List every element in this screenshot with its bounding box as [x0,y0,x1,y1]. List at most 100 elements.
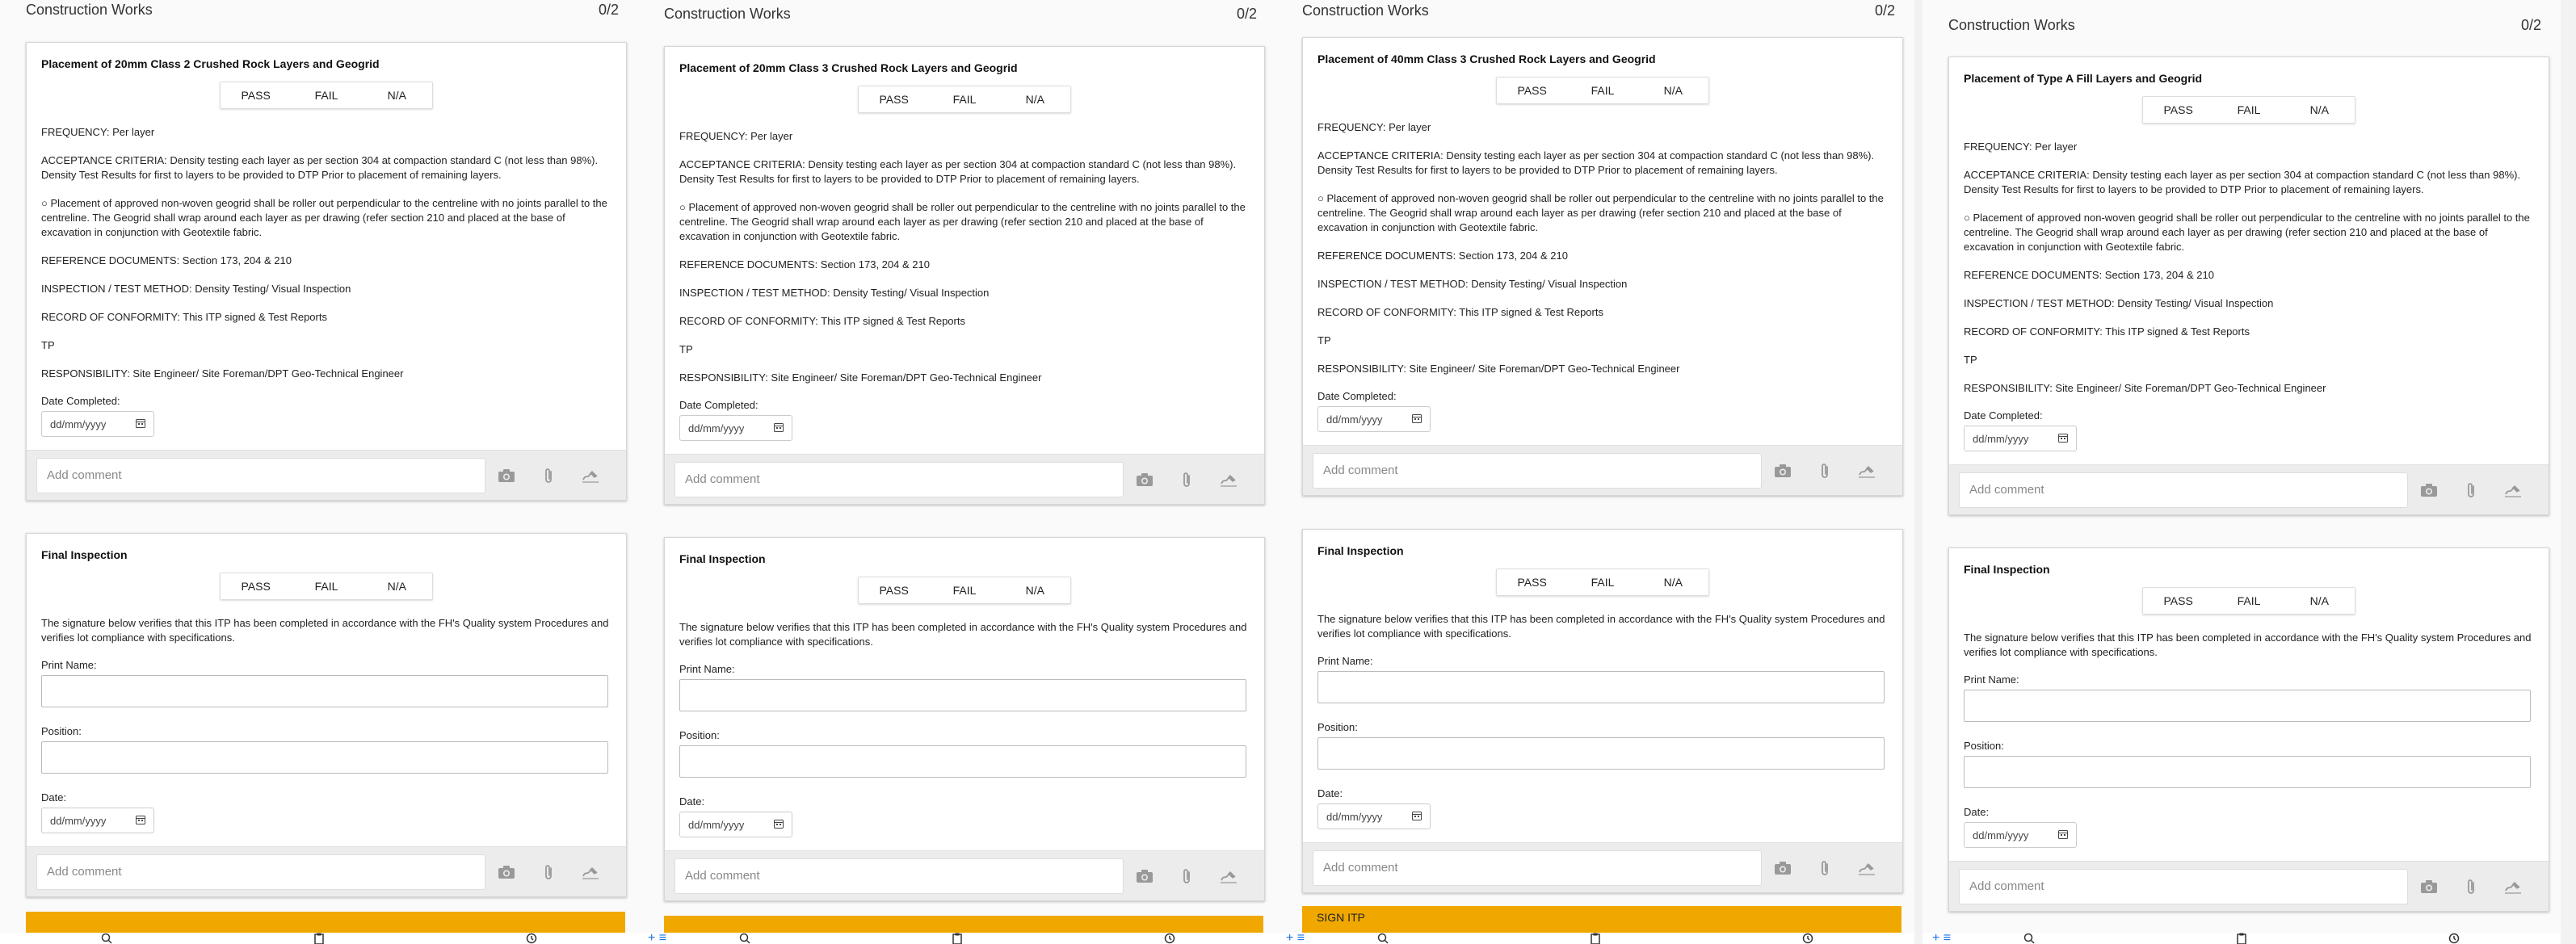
calendar-icon[interactable] [1412,413,1422,426]
position-input[interactable] [1317,737,1885,770]
calendar-icon[interactable] [136,418,145,430]
paperclip-icon[interactable] [2450,481,2492,499]
pass-button[interactable]: PASS [221,573,292,599]
clipboard-icon[interactable] [311,933,327,944]
history-icon[interactable] [523,933,540,944]
signature-icon[interactable] [1208,472,1250,488]
fail-button[interactable]: FAIL [291,573,362,599]
pass-button[interactable]: PASS [859,577,930,603]
pass-button[interactable]: PASS [1497,569,1568,595]
menu-icon[interactable]: + ≡ [1286,932,1305,944]
fail-button[interactable]: FAIL [929,86,1000,112]
pass-button[interactable]: PASS [2143,588,2214,614]
calendar-icon[interactable] [2058,829,2068,841]
signature-icon[interactable] [2492,482,2534,498]
camera-icon[interactable] [2408,879,2450,894]
calendar-icon[interactable] [2058,433,2068,445]
clipboard-icon[interactable] [2234,933,2250,944]
comment-input[interactable]: Add comment [1959,868,2408,904]
menu-icon[interactable]: + ≡ [1932,932,1951,944]
comment-input[interactable]: Add comment [36,457,485,493]
date-completed-input[interactable]: dd/mm/yyyy [1964,426,2077,451]
pass-button[interactable]: PASS [859,86,930,112]
signature-icon[interactable] [1846,463,1888,479]
fail-button[interactable]: FAIL [2213,588,2284,614]
fail-button[interactable]: FAIL [1567,569,1638,595]
na-button[interactable]: N/A [1637,569,1708,595]
paperclip-icon[interactable] [2450,878,2492,896]
comment-input[interactable]: Add comment [674,461,1124,497]
camera-icon[interactable] [1762,861,1804,875]
search-icon[interactable] [2021,933,2037,944]
fail-button[interactable]: FAIL [2213,97,2284,123]
camera-icon[interactable] [485,865,527,879]
fail-button[interactable]: FAIL [291,82,362,108]
camera-icon[interactable] [1124,869,1166,883]
print-name-input[interactable] [41,675,608,707]
signature-icon[interactable] [569,864,611,880]
calendar-icon[interactable] [774,422,784,434]
paperclip-icon[interactable] [527,863,569,881]
pass-button[interactable]: PASS [1497,78,1568,103]
print-name-input[interactable] [1964,690,2531,722]
comment-input[interactable]: Add comment [1313,452,1762,489]
signature-icon[interactable] [2492,879,2534,895]
fail-button[interactable]: FAIL [1567,78,1638,103]
signature-icon[interactable] [1846,860,1888,876]
menu-icon[interactable]: + ≡ [648,932,666,944]
inspection-item-card: Placement of 40mm Class 3 Crushed Rock L… [1302,37,1903,496]
camera-icon[interactable] [1124,472,1166,487]
signature-icon[interactable] [569,468,611,484]
date-completed-input[interactable]: dd/mm/yyyy [679,415,792,441]
paperclip-icon[interactable] [1804,859,1846,877]
date-input[interactable]: dd/mm/yyyy [1964,822,2077,848]
clipboard-icon[interactable] [1587,933,1603,944]
calendar-icon[interactable] [136,815,145,827]
na-button[interactable]: N/A [361,573,432,599]
comment-input[interactable]: Add comment [1959,472,2408,508]
paperclip-icon[interactable] [1804,462,1846,480]
print-name-input[interactable] [1317,671,1885,703]
date-input[interactable]: dd/mm/yyyy [1317,803,1431,829]
fail-button[interactable]: FAIL [929,577,1000,603]
na-button[interactable]: N/A [999,86,1070,112]
position-input[interactable] [679,745,1246,778]
position-input[interactable] [1964,756,2531,788]
na-button[interactable]: N/A [999,577,1070,603]
paperclip-icon[interactable] [1166,867,1208,885]
date-completed-input[interactable]: dd/mm/yyyy [41,411,154,437]
na-button[interactable]: N/A [2284,97,2355,123]
pass-button[interactable]: PASS [2143,97,2214,123]
date-input[interactable]: dd/mm/yyyy [41,808,154,833]
position-input[interactable] [41,741,608,774]
history-icon[interactable] [1800,933,1816,944]
search-icon[interactable] [99,933,115,944]
date-completed-input[interactable]: dd/mm/yyyy [1317,406,1431,432]
pass-button[interactable]: PASS [221,82,292,108]
date-input[interactable]: dd/mm/yyyy [679,812,792,837]
comment-input[interactable]: Add comment [674,858,1124,894]
responsibility-text: RESPONSIBILITY: Site Engineer/ Site Fore… [1964,382,2326,394]
na-button[interactable]: N/A [361,82,432,108]
history-icon[interactable] [2446,933,2462,944]
signature-icon[interactable] [1208,868,1250,884]
paperclip-icon[interactable] [1166,471,1208,489]
calendar-icon[interactable] [1412,811,1422,823]
na-button[interactable]: N/A [2284,588,2355,614]
paperclip-icon[interactable] [527,467,569,485]
pass-fail-na-group: PASS FAIL N/A [1496,568,1709,596]
history-icon[interactable] [1162,933,1178,944]
print-name-input[interactable] [679,679,1246,711]
calendar-icon[interactable] [774,819,784,831]
na-button[interactable]: N/A [1637,78,1708,103]
camera-icon[interactable] [1762,464,1804,478]
comment-bar: Add comment [665,850,1264,900]
comment-input[interactable]: Add comment [36,854,485,890]
pass-fail-na-group: PASS FAIL N/A [220,82,433,109]
search-icon[interactable] [1375,933,1391,944]
camera-icon[interactable] [485,468,527,483]
search-icon[interactable] [737,933,753,944]
clipboard-icon[interactable] [949,933,965,944]
camera-icon[interactable] [2408,483,2450,497]
comment-input[interactable]: Add comment [1313,850,1762,886]
